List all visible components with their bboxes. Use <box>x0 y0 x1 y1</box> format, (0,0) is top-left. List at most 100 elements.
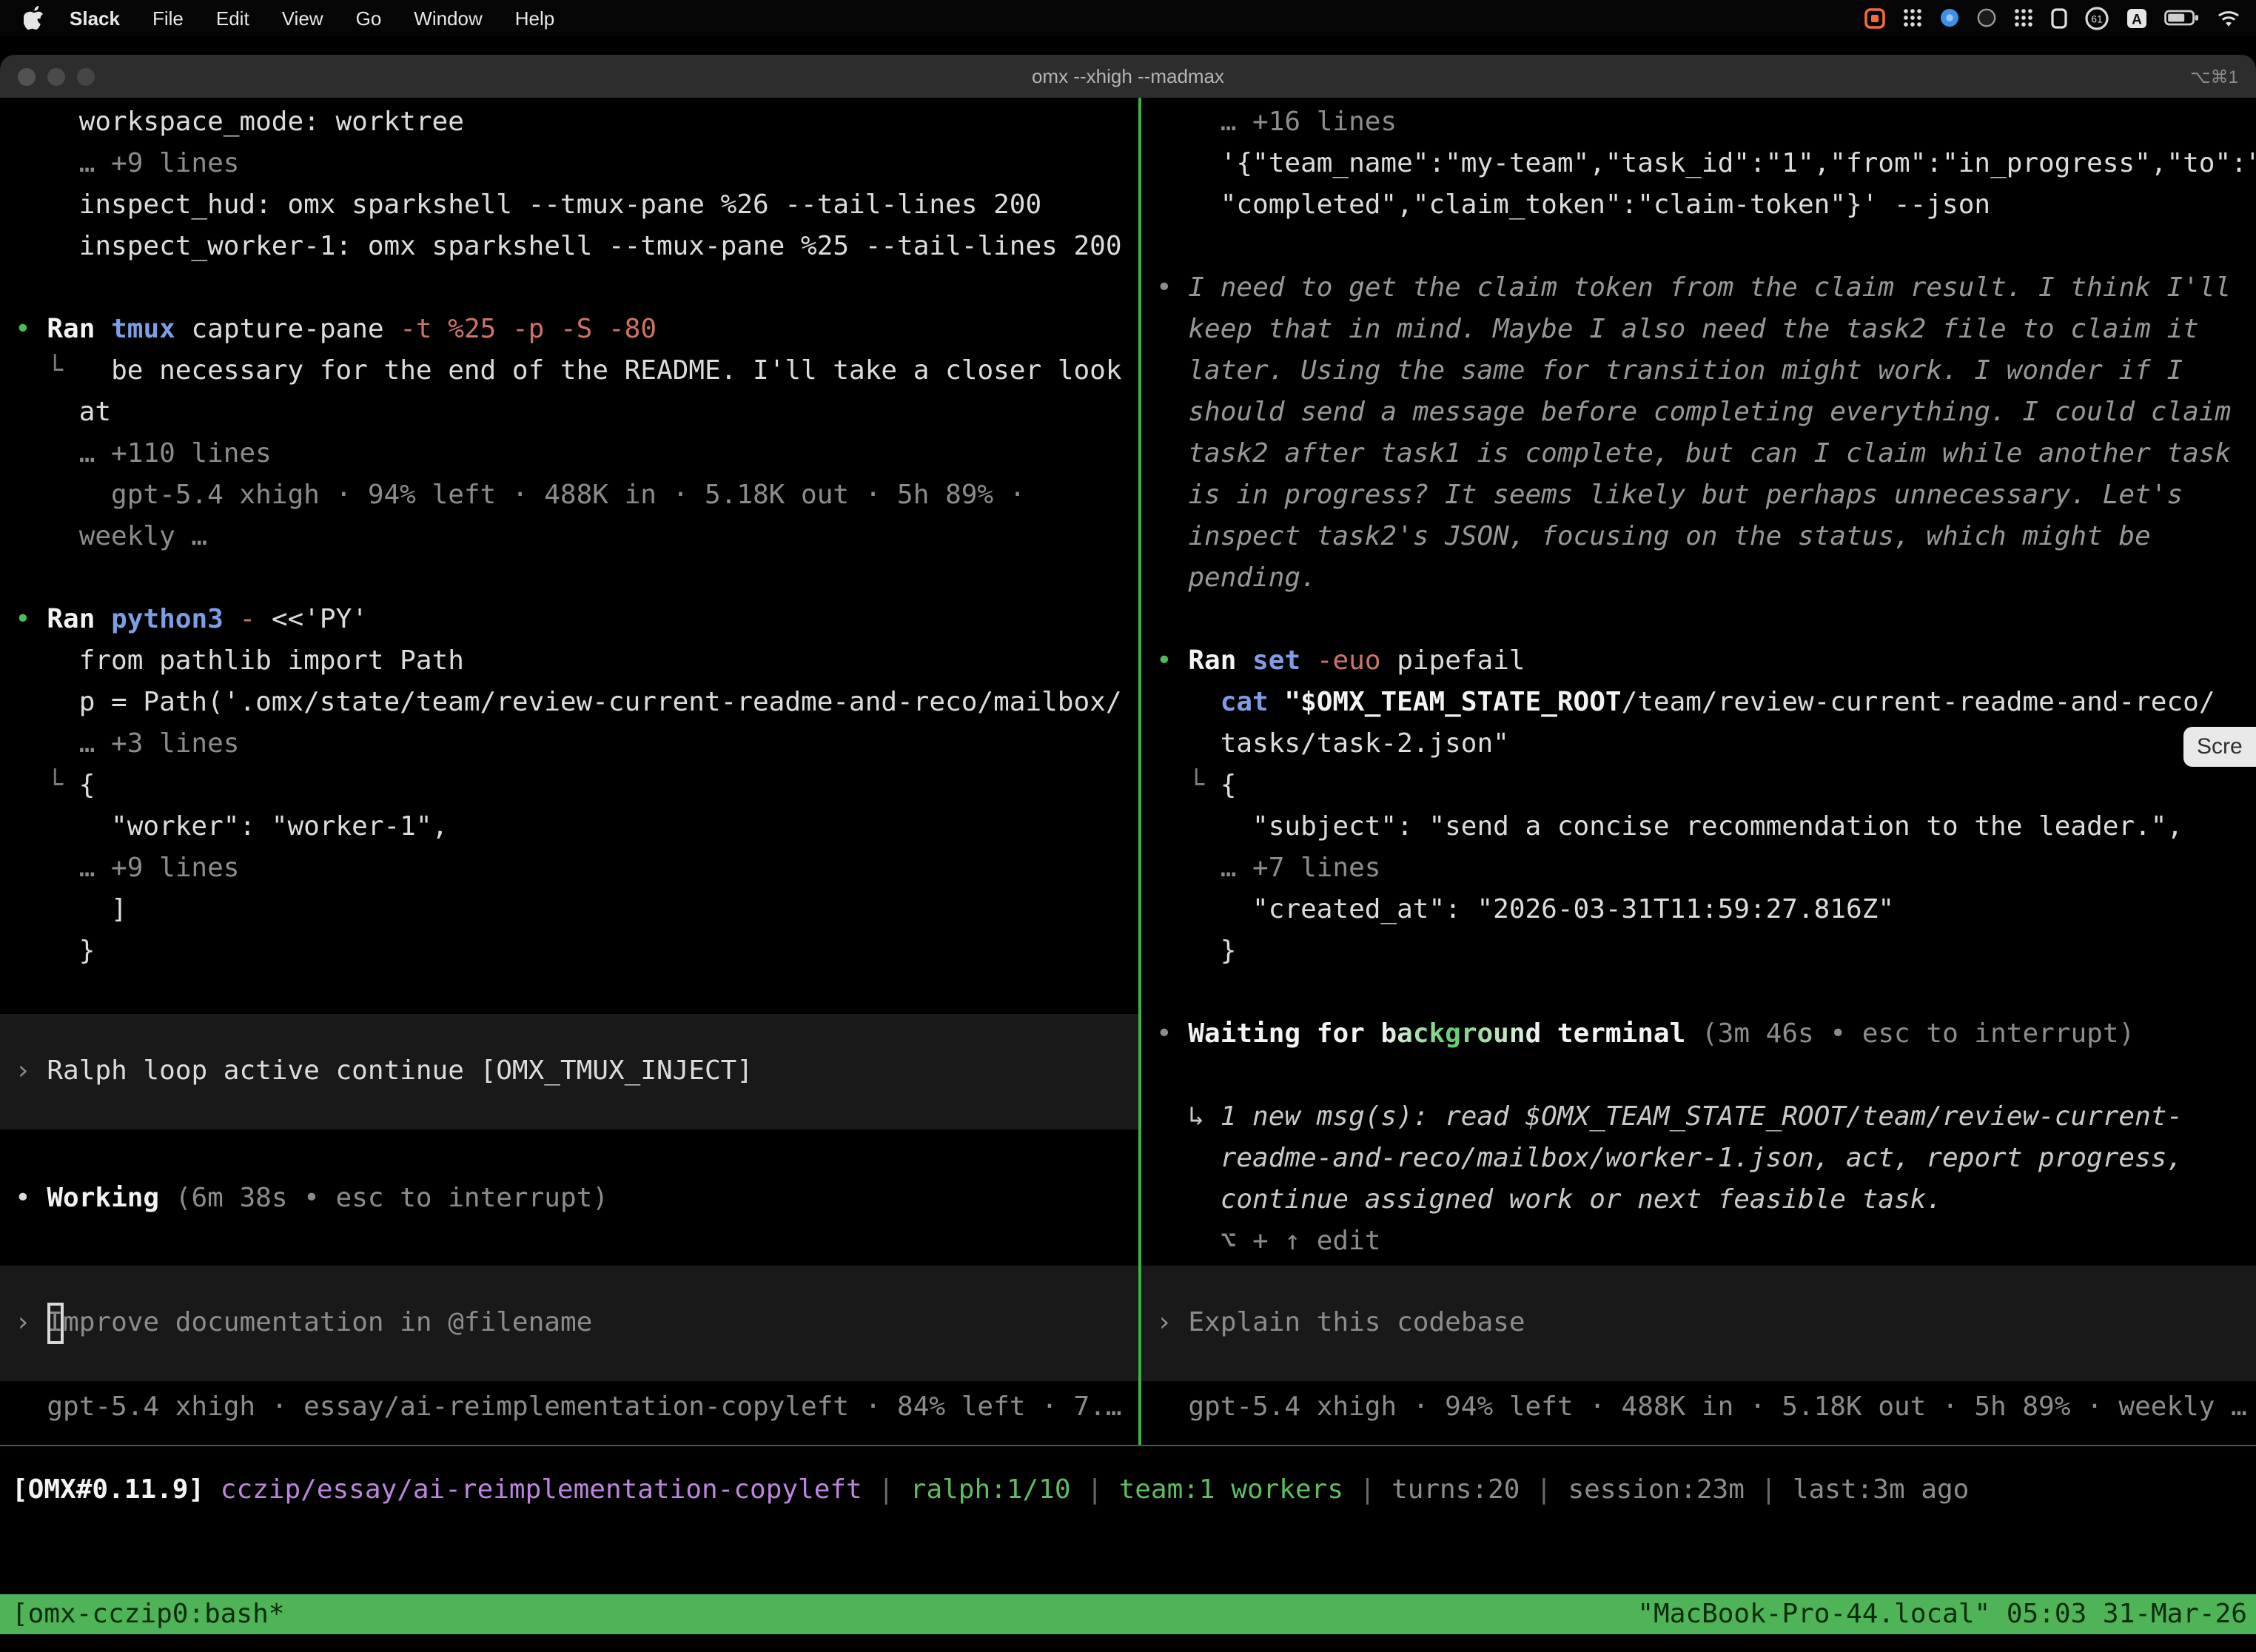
spacer <box>0 1129 1138 1178</box>
terminal-text-segment: └ <box>1156 770 1221 801</box>
terminal-line: • I need to get the claim token from the… <box>1141 268 2256 309</box>
terminal-line: … +110 lines <box>0 434 1138 475</box>
terminal-text-segment: | <box>1071 1474 1119 1505</box>
menu-edit[interactable]: Edit <box>200 7 266 29</box>
terminal-line: cat "$OMX_TEAM_STATE_ROOT/team/review-cu… <box>1141 682 2256 724</box>
terminal-text-segment: • <box>15 1183 47 1214</box>
terminal-text-segment: capture-pane <box>191 314 400 345</box>
apple-menu-icon[interactable] <box>21 6 53 30</box>
menu-bar-left: SlackFileEditViewGoWindowHelp <box>0 6 571 30</box>
menu-view[interactable]: View <box>266 7 340 29</box>
terminal-line: ] <box>0 890 1138 931</box>
screen-mirroring-icon[interactable] <box>1902 7 1923 28</box>
terminal-text-segment: └ <box>15 770 79 801</box>
terminal-text-segment: • <box>1156 272 1188 303</box>
menu-items: SlackFileEditViewGoWindowHelp <box>53 7 571 29</box>
terminal-text-segment: terminal <box>1541 1018 1702 1050</box>
terminal-text-segment: mprove documentation in @filename <box>63 1303 592 1344</box>
terminal-text-segment: - <box>240 604 272 635</box>
terminal-line <box>1141 973 2256 1014</box>
menu-window[interactable]: Window <box>397 7 499 29</box>
terminal-text-segment: (6m 38s • esc to interrupt) <box>175 1183 608 1214</box>
menu-go[interactable]: Go <box>340 7 398 29</box>
terminal-text-segment: python3 <box>111 604 239 635</box>
terminal-line: keep that in mind. Maybe I also need the… <box>1141 309 2256 351</box>
terminal-text-segment: readme-and-reco/mailbox/worker-1.json, a… <box>1156 1143 2183 1174</box>
terminal-text-segment: should send a message before completing … <box>1156 397 2231 428</box>
terminal-text-segment: p = Path('.omx/state/team/review-current… <box>15 687 1122 718</box>
terminal-text-segment: | <box>1520 1474 1568 1505</box>
terminal-text-segment: | <box>1745 1474 1793 1505</box>
terminal-text-segment: ralph:1/10 <box>910 1474 1071 1505</box>
spacer <box>0 1220 1138 1266</box>
terminal-line: inspect_worker-1: omx sparkshell --tmux-… <box>0 226 1138 268</box>
terminal-text-segment: Explain this codebase <box>1188 1303 1525 1344</box>
app-icon-dark[interactable] <box>1976 7 1997 28</box>
terminal-text-segment: gpt-5.4 xhigh · essay/ai-reimplementatio… <box>15 1391 1122 1423</box>
screen: SlackFileEditViewGoWindowHelp 61 A omx --… <box>0 0 2256 1652</box>
app-icon-blue[interactable] <box>1939 7 1960 28</box>
terminal-text-segment: … +110 lines <box>15 438 272 469</box>
terminal-text-segment: Waiting for <box>1188 1018 1380 1050</box>
terminal-line: … +9 lines <box>0 848 1138 890</box>
menu-slack[interactable]: Slack <box>53 7 136 29</box>
terminal-line: … +3 lines <box>0 724 1138 765</box>
model-status-line: gpt-5.4 xhigh · essay/ai-reimplementatio… <box>0 1387 1138 1428</box>
tmux-status-bar: [omx-cczip0:bash* "MacBook-Pro-44.local"… <box>0 1594 2256 1634</box>
terminal-line: inspect_hud: omx sparkshell --tmux-pane … <box>0 185 1138 226</box>
terminal-line: pending. <box>1141 558 2256 600</box>
screen-overlay-chip[interactable]: Scre <box>2183 727 2256 767</box>
terminal-text-segment: ⌥ + ↑ edit <box>1156 1226 1380 1257</box>
terminal-text-segment: Ralph loop active continue [OMX_TMUX_INJ… <box>47 1051 753 1092</box>
terminal-text-segment: › <box>15 1051 47 1092</box>
menu-bar-status-icons: 61 A <box>1864 5 2256 30</box>
waiting-status-line: • Waiting for background terminal (3m 46… <box>1141 1014 2256 1055</box>
terminal-text-segment: inspect_worker-1: omx sparkshell --tmux-… <box>15 231 1122 262</box>
terminal-text-segment: "$OMX_TEAM_STATE_ROOT <box>1284 687 1621 718</box>
terminal-text-segment: tasks/task-2.json" <box>1156 728 1509 759</box>
terminal-text-segment: { <box>1221 770 1237 801</box>
terminal-line: task2 after task1 is complete, but can I… <box>1141 434 2256 475</box>
terminal-text-segment: | <box>862 1474 910 1505</box>
menu-file[interactable]: File <box>136 7 200 29</box>
wifi-icon[interactable] <box>2216 8 2241 27</box>
terminal-line: gpt-5.4 xhigh · 94% left · 488K in · 5.1… <box>0 475 1138 517</box>
terminal-line <box>0 973 1138 1014</box>
terminal-text-segment: -euo <box>1317 645 1397 676</box>
terminal-text-segment: … +9 lines <box>15 853 239 884</box>
terminal-line <box>0 558 1138 600</box>
terminal-line: } <box>0 931 1138 973</box>
omx-hud: [OMX#0.11.9] cczip/essay/ai-reimplementa… <box>0 1446 2256 1594</box>
keypad-icon[interactable] <box>2013 7 2034 28</box>
gauge-61-icon[interactable]: 61 <box>2084 5 2109 30</box>
terminal-text-segment: › <box>1156 1303 1188 1344</box>
terminal-text-segment: Ran <box>47 314 111 345</box>
terminal-text-segment: Ran <box>47 604 111 635</box>
terminal-text-segment: turns:20 <box>1391 1474 1520 1505</box>
terminal-text-segment: workspace_mode: worktree <box>15 107 464 138</box>
terminal-line: workspace_mode: worktree <box>0 102 1138 144</box>
terminal-text-segment: } <box>15 936 95 967</box>
desktop: SlackFileEditViewGoWindowHelp 61 A omx --… <box>0 0 2256 1652</box>
terminal-line: … +7 lines <box>1141 848 2256 890</box>
terminal-text-segment: inspect task2's JSON, focusing on the st… <box>1156 521 2151 552</box>
input-suggestion-row[interactable]: › Improve documentation in @filename <box>0 1266 1138 1381</box>
recording-indicator[interactable] <box>1864 7 1886 29</box>
input-source-icon[interactable]: A <box>2126 7 2148 29</box>
pane-left[interactable]: workspace_mode: worktree … +9 lines insp… <box>0 98 1138 1445</box>
tmux-session-label: [omx-cczip0:bash* <box>0 1594 284 1634</box>
pane-right[interactable]: … +16 lines '{"team_name":"my-team","tas… <box>1141 98 2256 1445</box>
window-title: omx --xhigh --madmax <box>0 65 2256 87</box>
terminal-text-segment: "worker": "worker-1", <box>15 811 448 842</box>
menu-help[interactable]: Help <box>499 7 571 29</box>
display-icon[interactable] <box>2050 7 2068 29</box>
battery-icon[interactable] <box>2164 9 2200 27</box>
bottom-strip <box>0 1634 2256 1652</box>
terminal-line <box>0 268 1138 309</box>
terminal-line: ⌥ + ↑ edit <box>1141 1221 2256 1263</box>
terminal-text-segment: <<'PY' <box>272 604 368 635</box>
input-suggestion-row[interactable]: › Explain this codebase <box>1141 1266 2256 1381</box>
queued-message-row[interactable]: › Ralph loop active continue [OMX_TMUX_I… <box>0 1014 1138 1129</box>
terminal-text-segment: from pathlib import Path <box>15 645 464 676</box>
terminal-text-segment: | <box>1343 1474 1391 1505</box>
